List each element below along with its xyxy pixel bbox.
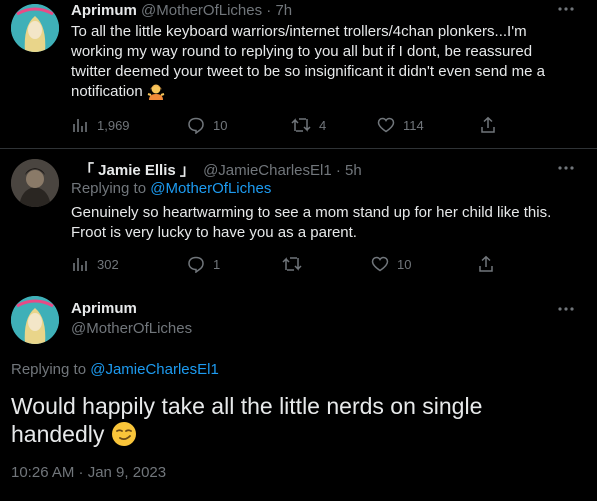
tweet-text: Genuinely so heartwarming to see a mom s… — [71, 204, 552, 241]
tweet-actions: 302 1 10 — [71, 254, 531, 274]
tweet-time[interactable]: · 7h — [266, 2, 292, 19]
tweet-time[interactable]: · 5h — [336, 162, 362, 179]
tweet-actions: 1,969 10 4 114 — [71, 115, 531, 135]
retweet-icon — [291, 118, 311, 132]
tweet-header: Aprimum @MotherOfLiches · 7h — [71, 2, 292, 19]
retweet-count: 4 — [319, 117, 327, 133]
retweet-icon — [282, 257, 302, 271]
author-handle[interactable]: @MotherOfLiches — [141, 2, 262, 19]
share-icon — [479, 255, 493, 272]
replying-to: Replying to @JamieCharlesEl1 — [11, 361, 219, 378]
like-count: 114 — [403, 117, 424, 133]
like-icon — [371, 256, 389, 272]
share-icon — [481, 116, 495, 133]
views-count: 302 — [97, 256, 119, 272]
like-button[interactable]: 114 — [377, 115, 424, 135]
replying-to-link[interactable]: @MotherOfLiches — [150, 180, 271, 197]
like-button[interactable]: 10 — [371, 254, 411, 274]
reply-count: 1 — [213, 256, 221, 272]
tweet-header: 「 Jamie Ellis 」 @JamieCharlesEl1 · 5h — [79, 159, 362, 180]
author-handle[interactable]: @JamieCharlesEl1 — [203, 162, 332, 179]
more-icon[interactable] — [557, 0, 575, 22]
avatar[interactable] — [11, 296, 59, 344]
retweet-button[interactable] — [282, 254, 302, 274]
tweet-aprimum-1[interactable]: Aprimum @MotherOfLiches · 7h To all the … — [0, 0, 597, 150]
smirking-face-emoji-icon — [111, 421, 137, 453]
replying-to-link[interactable]: @JamieCharlesEl1 — [90, 361, 219, 378]
views-count: 1,969 — [97, 117, 130, 133]
like-count: 10 — [397, 256, 412, 272]
views-icon — [73, 119, 87, 132]
reply-count: 10 — [213, 117, 228, 133]
reply-button[interactable]: 1 — [187, 254, 220, 274]
share-button[interactable] — [479, 115, 497, 135]
tweet-jamie-ellis[interactable]: 「 Jamie Ellis 」 @JamieCharlesEl1 · 5h Re… — [0, 150, 597, 285]
views-icon — [73, 258, 87, 271]
divider — [0, 148, 597, 149]
tweet-text: To all the little keyboard warriors/inte… — [71, 22, 576, 107]
author-name[interactable]: Aprimum — [71, 300, 137, 317]
avatar[interactable] — [11, 159, 59, 207]
views-button[interactable]: 1,969 — [71, 115, 130, 135]
reply-icon — [188, 117, 204, 134]
person-shrugging-emoji-icon — [147, 83, 165, 107]
views-button[interactable]: 302 — [71, 254, 119, 274]
replying-to: Replying to @MotherOfLiches — [71, 180, 271, 197]
author-name[interactable]: Aprimum — [71, 2, 137, 19]
more-icon[interactable] — [557, 159, 575, 181]
reply-button[interactable]: 10 — [187, 115, 227, 135]
like-icon — [377, 117, 395, 133]
share-button[interactable] — [477, 254, 495, 274]
avatar[interactable] — [11, 4, 59, 52]
author-name[interactable]: 「 Jamie Ellis 」 — [79, 162, 195, 179]
reply-icon — [188, 256, 204, 273]
author-handle[interactable]: @MotherOfLiches — [71, 320, 192, 337]
replying-label: Replying to — [11, 361, 87, 378]
main-tweet-text: Would happily take all the little nerds … — [11, 392, 551, 453]
retweet-button[interactable]: 4 — [291, 115, 326, 135]
replying-label: Replying to — [71, 180, 147, 197]
more-icon[interactable] — [557, 300, 575, 322]
tweet-timestamp[interactable]: 10:26 AM · Jan 9, 2023 — [11, 464, 166, 481]
